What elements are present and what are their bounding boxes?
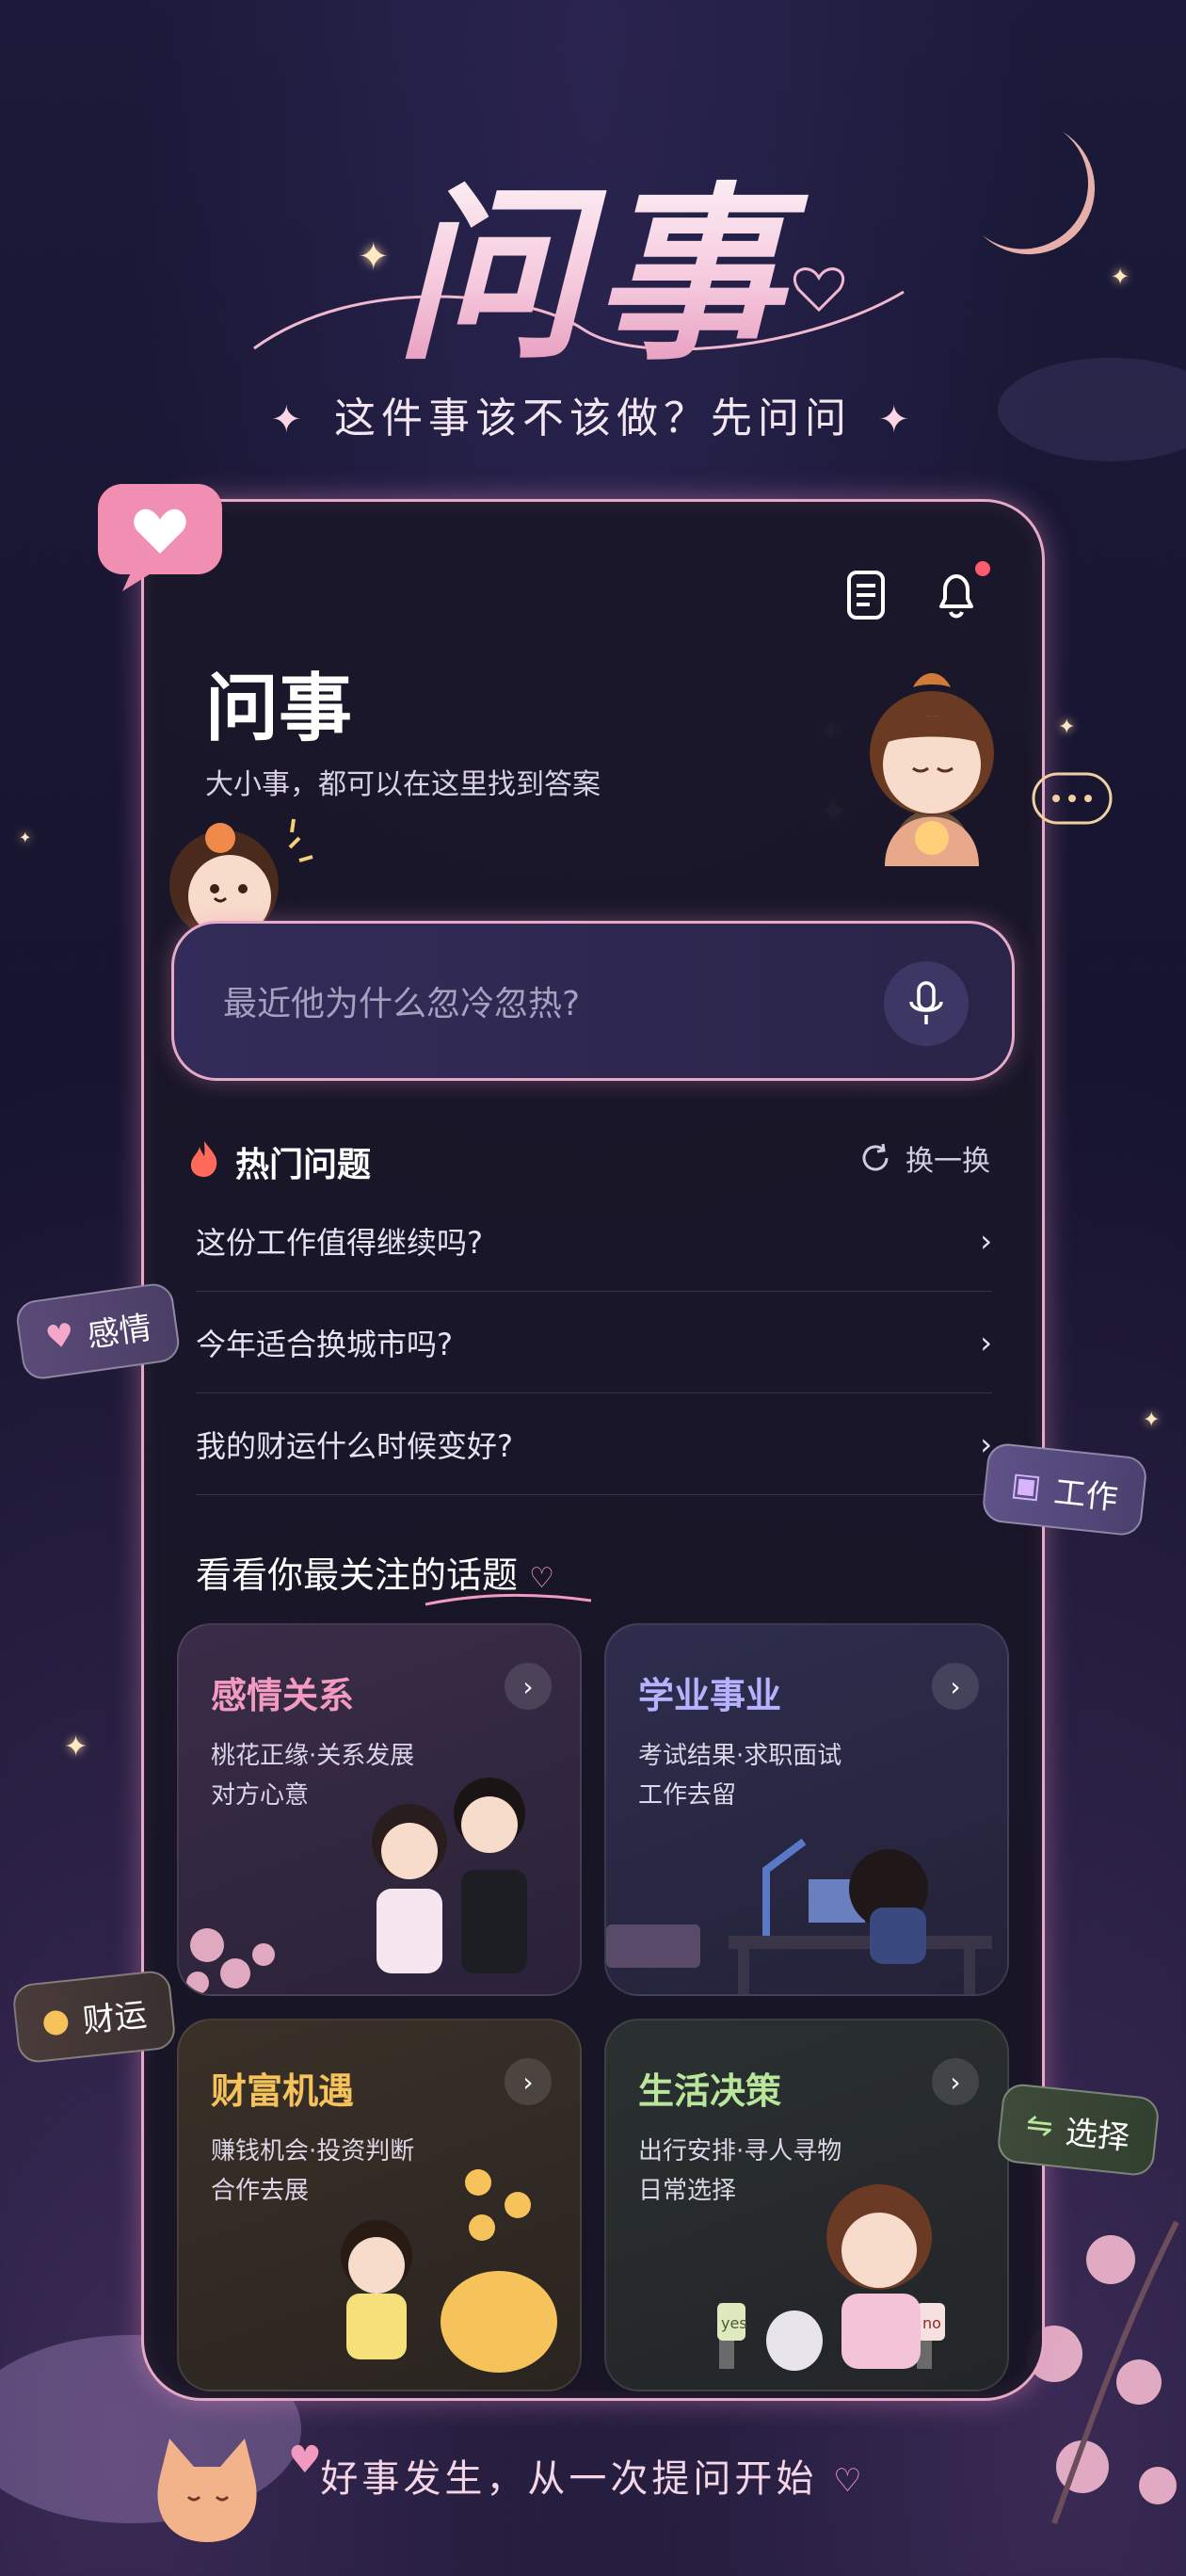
card-description: 赚钱机会·投资判断 合作去展 xyxy=(211,2137,415,2205)
tag-love-label: 感情 xyxy=(85,1308,154,1355)
tag-wealth-label: 财运 xyxy=(81,1995,149,2040)
hot-question-item[interactable]: 我的财运什么时候变好? › xyxy=(196,1393,992,1495)
chevron-right-icon: › xyxy=(932,2058,979,2105)
topics-title-text: 看看你最关注的话题 xyxy=(196,1554,519,1596)
sparkle-icon: ✦ xyxy=(64,1731,88,1763)
heart-icon: ♡ xyxy=(529,1562,555,1595)
hot-question-text: 我的财运什么时候变好? xyxy=(196,1427,513,1464)
notification-badge xyxy=(975,561,990,576)
microphone-icon xyxy=(909,981,943,1024)
hot-question-text: 这份工作值得继续吗? xyxy=(196,1224,483,1261)
tag-work[interactable]: ▣ 工作 xyxy=(981,1441,1149,1538)
sparkle-icon: ✦ xyxy=(270,398,308,442)
chevron-right-icon: › xyxy=(980,1222,992,1259)
topic-card-life[interactable]: yes no 生活决策 出行安排·寻人寻物 日常选择 › xyxy=(604,2019,1009,2391)
hot-question-item[interactable]: 今年适合换城市吗? › xyxy=(196,1292,992,1393)
card-title: 财富机遇 xyxy=(211,2070,355,2112)
chevron-right-icon: › xyxy=(505,1663,552,1710)
microphone-button[interactable] xyxy=(884,961,969,1046)
underline-decor xyxy=(425,1593,592,1606)
heart-icon: ♥ xyxy=(42,1315,77,1358)
refresh-icon xyxy=(862,1143,889,1171)
card-description: 桃花正缘·关系发展 对方心意 xyxy=(211,1742,415,1810)
hero-subtitle-text: 这件事该不该做？先问问 xyxy=(334,394,852,443)
chevron-right-icon: › xyxy=(932,1663,979,1710)
heart-icon: ♡ xyxy=(833,2462,866,2500)
topics-title: 看看你最关注的话题 ♡ xyxy=(196,1546,554,1598)
topic-card-love[interactable]: 感情关系 桃花正缘·关系发展 对方心意 › xyxy=(177,1623,582,1996)
topic-card-career[interactable]: 学业事业 考试结果·求职面试 工作去留 › xyxy=(604,1623,1009,1996)
hot-question-item[interactable]: 这份工作值得继续吗? › xyxy=(196,1190,992,1292)
card-description: 考试结果·求职面试 工作去留 xyxy=(638,1742,842,1810)
page-subtitle: 大小事，都可以在这里找到答案 xyxy=(205,768,601,801)
footer-tagline-text: 好事发生，从一次提问开始 xyxy=(320,2457,818,2501)
tag-choice[interactable]: ⇋ 选择 xyxy=(996,2082,1161,2178)
card-title: 生活决策 xyxy=(638,2070,782,2112)
hot-questions-title: 热门问题 xyxy=(235,1146,372,1184)
shuffle-button[interactable]: 换一换 xyxy=(858,1137,990,1179)
hero-subtitle: ✦ 这件事该不该做？先问问 ✦ xyxy=(0,384,1186,444)
card-title: 感情关系 xyxy=(211,1675,355,1716)
coin-icon: ● xyxy=(40,2000,72,2041)
hero-title: 问事 xyxy=(0,122,1186,395)
chat-bubble-icon xyxy=(1032,772,1113,825)
search-input[interactable] xyxy=(223,971,825,1037)
search-box[interactable] xyxy=(171,921,1015,1081)
card-title: 学业事业 xyxy=(638,1675,782,1716)
page-title: 问事 xyxy=(205,666,353,751)
sparkle-icon: ✦ xyxy=(878,398,916,442)
lantern-girl-illustration xyxy=(870,673,994,866)
heart-bubble-icon xyxy=(98,484,222,591)
notes-icon[interactable] xyxy=(836,565,896,625)
sign-no: no xyxy=(922,2314,941,2332)
sparkle-icon: ✦ xyxy=(1058,716,1076,739)
sign-yes: yes xyxy=(721,2314,747,2332)
sparkle-icon: ✦ xyxy=(19,829,32,846)
tag-work-label: 工作 xyxy=(1051,1473,1120,1518)
chevron-right-icon: › xyxy=(980,1324,992,1360)
card-description: 出行安排·寻人寻物 日常选择 xyxy=(638,2137,842,2205)
topic-card-wealth[interactable]: 财富机遇 赚钱机会·投资判断 合作去展 › xyxy=(177,2019,582,2391)
tag-choice-label: 选择 xyxy=(1064,2113,1131,2158)
signpost-icon: ⇋ xyxy=(1024,2105,1055,2147)
tag-wealth[interactable]: ● 财运 xyxy=(11,1969,177,2065)
sparkle-icon: ✦ xyxy=(1143,1409,1161,1432)
shuffle-label: 换一换 xyxy=(906,1145,990,1178)
hot-question-text: 今年适合换城市吗? xyxy=(196,1326,453,1362)
fire-icon xyxy=(190,1141,217,1177)
briefcase-icon: ▣ xyxy=(1009,1465,1044,1506)
footer-tagline: 好事发生，从一次提问开始 ♡ xyxy=(0,2448,1186,2503)
chevron-right-icon: › xyxy=(505,2058,552,2105)
